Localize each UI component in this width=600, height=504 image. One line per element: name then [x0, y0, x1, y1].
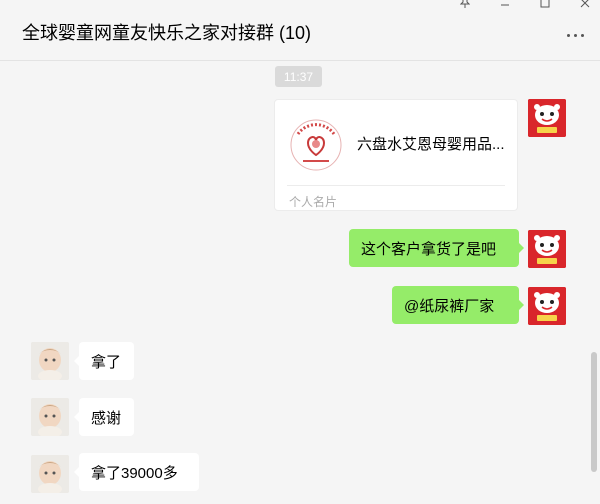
- window-controls: [458, 0, 592, 9]
- message-text: 感谢: [91, 409, 122, 427]
- close-icon[interactable]: [578, 0, 592, 9]
- message-text: 拿了: [91, 353, 122, 371]
- card-contact-name: 六盘水艾恩母婴用品...: [357, 136, 505, 153]
- more-dot: [580, 33, 584, 37]
- sender-avatar[interactable]: [31, 398, 69, 436]
- more-options-button[interactable]: [564, 30, 586, 40]
- my-message-bubble[interactable]: @纸尿裤厂家: [392, 286, 524, 324]
- contact-card-message[interactable]: 六盘水艾恩母婴用品... 个人名片: [274, 99, 518, 211]
- chat-header: 全球婴童网童友快乐之家对接群 (10): [0, 0, 600, 61]
- my-avatar[interactable]: [528, 230, 566, 268]
- my-avatar[interactable]: [528, 99, 566, 137]
- message-text: @纸尿裤厂家: [404, 297, 495, 315]
- received-message-bubble[interactable]: 拿了: [74, 342, 134, 380]
- card-type-label: 个人名片: [289, 195, 338, 209]
- card-divider: [287, 185, 505, 186]
- timestamp-badge: 11:37: [275, 66, 322, 87]
- received-message-bubble[interactable]: 感谢: [74, 398, 134, 436]
- minimize-icon[interactable]: [498, 0, 512, 9]
- card-logo-icon: [288, 117, 344, 173]
- message-text: 拿了39000多: [91, 464, 178, 482]
- my-avatar[interactable]: [528, 287, 566, 325]
- my-message-bubble[interactable]: 这个客户拿货了是吧: [349, 229, 524, 267]
- chat-scrollbar[interactable]: [591, 352, 597, 472]
- maximize-icon[interactable]: [538, 0, 552, 9]
- chat-title: 全球婴童网童友快乐之家对接群 (10): [22, 23, 312, 43]
- more-dot: [573, 33, 577, 37]
- sender-avatar[interactable]: [31, 342, 69, 380]
- received-message-bubble[interactable]: 拿了39000多: [74, 453, 199, 491]
- sender-avatar[interactable]: [31, 455, 69, 493]
- pin-icon[interactable]: [458, 0, 472, 9]
- chat-message-area[interactable]: 11:37 六盘水艾恩母婴用品... 个人名片 这个客户拿货了是吧 @纸尿裤厂家…: [0, 61, 600, 504]
- more-dot: [566, 33, 570, 37]
- message-text: 这个客户拿货了是吧: [361, 240, 497, 258]
